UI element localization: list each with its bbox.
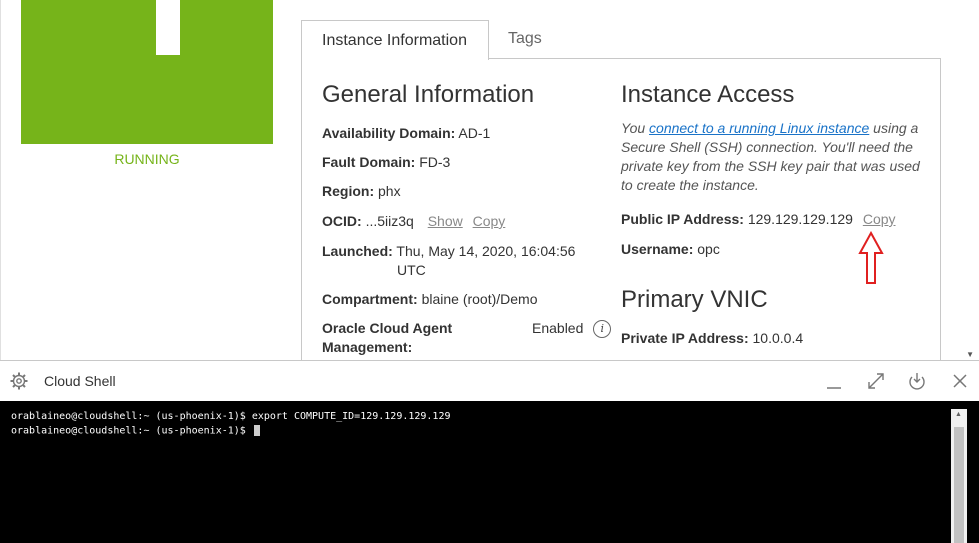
red-arrow-annotation — [858, 231, 884, 284]
ocid-show-link[interactable]: Show — [428, 213, 463, 229]
minimize-icon[interactable] — [824, 371, 844, 391]
primary-vnic-heading: Primary VNIC — [621, 286, 768, 313]
fault-domain-row: Fault Domain: FD-3 — [322, 153, 450, 172]
scrollbar-thumb[interactable] — [954, 427, 964, 543]
agent-label-2: Management: — [322, 339, 413, 355]
instance-status-label: RUNNING — [114, 151, 180, 167]
ocid-label: OCID: — [322, 213, 362, 229]
tab-label: Instance Information — [322, 32, 467, 49]
restore-icon[interactable] — [907, 371, 927, 391]
gear-icon[interactable] — [10, 372, 28, 390]
tab-instance-information[interactable]: Instance Information — [301, 20, 489, 60]
access-desc-line1: You connect to a running Linux instance … — [621, 119, 918, 138]
access-desc-line3: private key from the SSH key pair that w… — [621, 158, 920, 174]
ocid-value: ...5iiz3q — [365, 213, 414, 229]
compartment-value: blaine (root)/Demo — [421, 291, 538, 307]
launched-row: Launched: Thu, May 14, 2020, 16:04:56 — [322, 242, 575, 261]
ocid-row: OCID: ...5iiz3q Show Copy — [322, 212, 505, 231]
ocid-copy-link[interactable]: Copy — [473, 213, 506, 229]
page-scroll-down-arrow[interactable]: ▼ — [966, 350, 974, 359]
desc-suffix: using a — [869, 120, 919, 136]
terminal[interactable]: orablaineo@cloudshell:~ (us-phoenix-1)$ … — [0, 401, 979, 543]
availability-domain-row: Availability Domain: AD-1 — [322, 124, 490, 143]
region-row: Region: phx — [322, 182, 401, 201]
public-ip-label: Public IP Address: — [621, 211, 744, 227]
compartment-label: Compartment: — [322, 291, 418, 307]
maximize-icon[interactable] — [866, 371, 886, 391]
instance-status-tile — [21, 0, 273, 144]
info-icon[interactable]: i — [593, 320, 612, 339]
private-ip-row: Private IP Address: 10.0.0.4 — [621, 329, 803, 348]
general-information-heading: General Information — [322, 81, 535, 108]
username-label: Username: — [621, 241, 694, 257]
launched-label: Launched: — [322, 243, 393, 259]
desc-prefix: You — [621, 120, 650, 136]
scroll-up-arrow[interactable]: ▲ — [955, 411, 962, 418]
access-desc-line2: Secure Shell (SSH) connection. You'll ne… — [621, 139, 913, 155]
instance-access-heading: Instance Access — [621, 81, 795, 108]
fault-domain-label: Fault Domain: — [322, 154, 416, 170]
region-value: phx — [378, 183, 401, 199]
availability-domain-value: AD-1 — [458, 125, 491, 141]
username-value: opc — [697, 241, 720, 257]
terminal-cursor — [253, 425, 260, 436]
cloud-shell-panel: Cloud Shell orablaineo@cloudshell:~ (us-… — [0, 360, 979, 543]
agent-status: Enabled — [532, 320, 584, 336]
terminal-prompt: orablaineo@cloudshell:~ (us-phoenix-1)$ — [11, 425, 252, 437]
username-row: Username: opc — [621, 240, 720, 259]
instance-logo-bar — [156, 0, 180, 55]
connect-linux-instance-link[interactable]: connect to a running Linux instance — [649, 120, 869, 136]
terminal-line: orablaineo@cloudshell:~ (us-phoenix-1)$ … — [11, 411, 451, 422]
public-ip-row: Public IP Address: 129.129.129.129 Copy — [621, 210, 896, 229]
close-icon[interactable] — [950, 371, 970, 391]
cloud-shell-title: Cloud Shell — [44, 373, 116, 389]
tab-tags[interactable]: Tags — [508, 30, 542, 48]
agent-label-line1: Oracle Cloud Agent — [322, 319, 452, 338]
compartment-row: Compartment: blaine (root)/Demo — [322, 290, 538, 309]
access-desc-line4: to create the instance. — [621, 177, 759, 193]
agent-label: Oracle Cloud Agent — [322, 320, 453, 336]
agent-value: Enabled i — [532, 319, 612, 339]
public-ip-value: 129.129.129.129 — [747, 211, 853, 227]
launched-value-line2: UTC — [397, 262, 426, 278]
fault-domain-value: FD-3 — [419, 154, 451, 170]
private-ip-label: Private IP Address: — [621, 330, 749, 346]
cloud-shell-header: Cloud Shell — [0, 360, 979, 402]
availability-domain-label: Availability Domain: — [322, 125, 456, 141]
region-label: Region: — [322, 183, 375, 199]
public-ip-copy-link[interactable]: Copy — [863, 211, 896, 227]
agent-label-line2: Management: — [322, 338, 412, 357]
instance-details-page: RUNNING Instance Information Tags Genera… — [0, 0, 979, 360]
left-border — [0, 0, 1, 360]
terminal-line-prompt: orablaineo@cloudshell:~ (us-phoenix-1)$ — [11, 425, 260, 437]
private-ip-value: 10.0.0.4 — [752, 330, 804, 346]
terminal-scrollbar[interactable]: ▲ — [951, 409, 967, 543]
launched-value: Thu, May 14, 2020, 16:04:56 — [396, 243, 576, 259]
